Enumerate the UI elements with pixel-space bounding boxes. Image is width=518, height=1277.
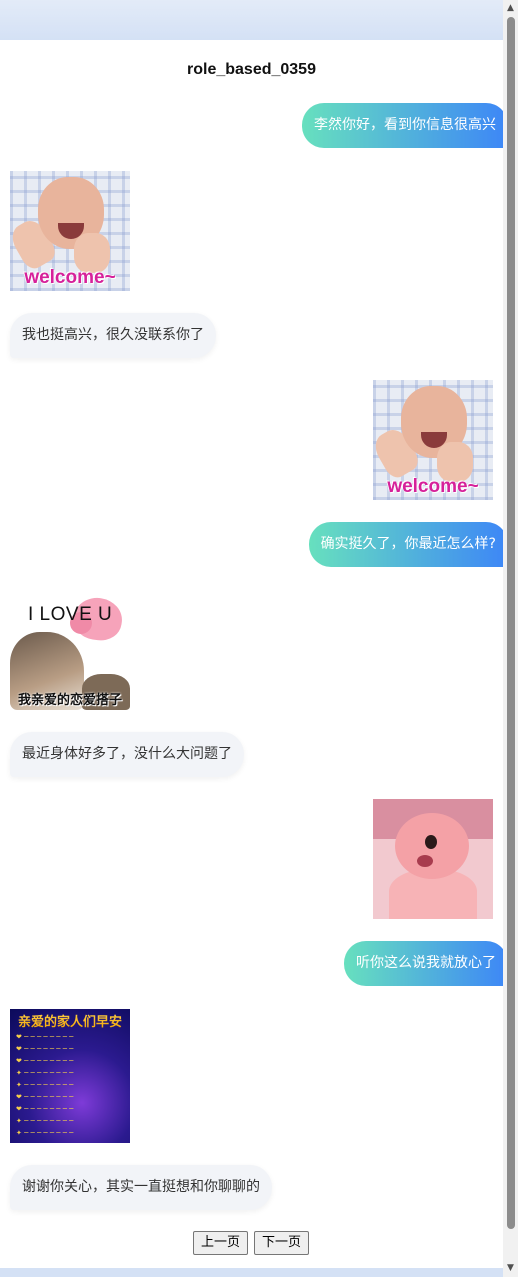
card-decoration: ✦ ─ ─ ─ ─ ─ ─ ─ ─	[16, 1081, 74, 1089]
page-title: role_based_0359	[187, 61, 316, 78]
card-decoration: ❤ ─ ─ ─ ─ ─ ─ ─ ─	[16, 1057, 74, 1065]
baby-welcome-sticker: welcome~	[10, 171, 130, 291]
top-header-band	[0, 0, 503, 40]
sticker-caption: welcome~	[387, 476, 479, 497]
vertical-scrollbar[interactable]: ▲ ▼	[503, 0, 518, 1277]
card-decoration: ❤ ─ ─ ─ ─ ─ ─ ─ ─	[16, 1093, 74, 1101]
card-decoration: ❤ ─ ─ ─ ─ ─ ─ ─ ─	[16, 1045, 74, 1053]
good-morning-card-sticker: 亲爱的家人们早安 ❤ ─ ─ ─ ─ ─ ─ ─ ─ ❤ ─ ─ ─ ─ ─ ─…	[10, 1009, 130, 1143]
incoming-message: 我也挺高兴，很久没联系你了	[10, 313, 216, 358]
sticker-heading: I LOVE U	[28, 604, 113, 625]
sticker-caption: 亲爱的家人们早安	[10, 1011, 130, 1030]
scroll-down-icon[interactable]: ▼	[503, 1260, 518, 1277]
card-decoration: ❤ ─ ─ ─ ─ ─ ─ ─ ─	[16, 1105, 74, 1113]
outgoing-message: 李然你好，看到你信息很高兴	[302, 103, 508, 148]
pink-beaver-sticker	[373, 799, 493, 919]
incoming-message: 最近身体好多了，没什么大问题了	[10, 732, 244, 777]
baby-welcome-sticker: welcome~	[373, 380, 493, 500]
next-page-button[interactable]: 下一页	[254, 1231, 310, 1255]
sticker-caption: welcome~	[24, 267, 116, 288]
scroll-up-icon[interactable]: ▲	[503, 0, 518, 17]
outgoing-message: 听你这么说我就放心了	[344, 941, 508, 986]
cat-love-sticker: I LOVE U 我亲爱的恋爱搭子	[10, 590, 130, 710]
sticker-nose	[417, 855, 433, 867]
card-decoration: ✦ ─ ─ ─ ─ ─ ─ ─ ─	[16, 1129, 74, 1137]
incoming-message: 谢谢你关心，其实一直挺想和你聊聊的	[10, 1165, 272, 1210]
card-decoration: ✦ ─ ─ ─ ─ ─ ─ ─ ─	[16, 1069, 74, 1077]
card-decoration: ❤ ─ ─ ─ ─ ─ ─ ─ ─	[16, 1033, 74, 1041]
sticker-caption: 我亲爱的恋爱搭子	[17, 693, 122, 708]
bottom-band	[0, 1268, 503, 1277]
outgoing-message: 确实挺久了，你最近怎么样?	[308, 522, 508, 567]
scroll-thumb[interactable]	[507, 17, 515, 1229]
card-decoration: ✦ ─ ─ ─ ─ ─ ─ ─ ─	[16, 1117, 74, 1125]
sticker-eye	[425, 835, 437, 849]
prev-page-button[interactable]: 上一页	[193, 1231, 249, 1255]
